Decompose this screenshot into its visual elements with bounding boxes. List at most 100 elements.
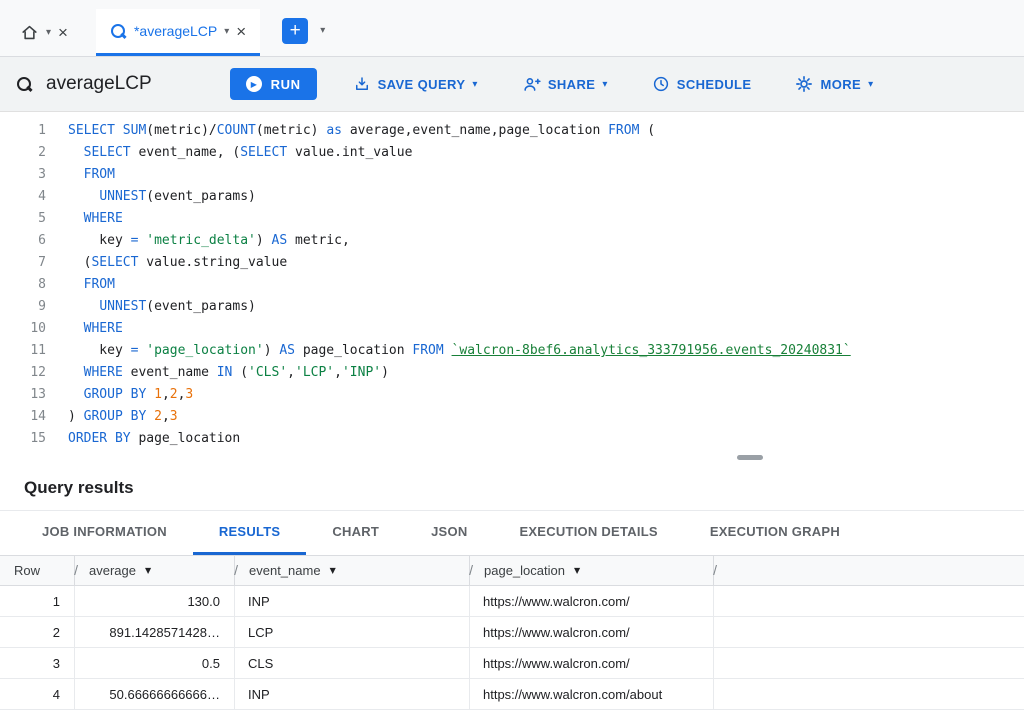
cell: https://www.walcron.com/about <box>470 679 714 709</box>
sort-caret-icon[interactable]: ▼ <box>330 566 336 575</box>
cell: 0.5 <box>75 648 235 678</box>
code-line[interactable]: 8 FROM <box>0 274 1024 296</box>
query-results-header: Query results <box>0 466 1024 511</box>
column-label: page_location <box>484 563 565 578</box>
schedule-button[interactable]: SCHEDULE <box>644 68 760 100</box>
column-header-average[interactable]: average ▼ / <box>75 556 235 585</box>
chevron-down-icon[interactable]: ▾ <box>224 26 229 37</box>
code-line[interactable]: 10 WHERE <box>0 318 1024 340</box>
splitter-handle[interactable] <box>737 455 763 460</box>
table-row: 450.66666666666…INPhttps://www.walcron.c… <box>0 679 1024 710</box>
code-line[interactable]: 5 WHERE <box>0 208 1024 230</box>
line-number: 10 <box>0 318 46 340</box>
results-tab-chart[interactable]: CHART <box>306 511 405 555</box>
column-resize-handle[interactable]: / <box>713 562 717 578</box>
line-number: 14 <box>0 406 46 428</box>
results-tab-execution-details[interactable]: EXECUTION DETAILS <box>493 511 683 555</box>
line-number: 2 <box>0 142 46 164</box>
tab-label: *averageLCP <box>134 23 217 39</box>
line-number: 3 <box>0 164 46 186</box>
cell: 891.1428571428… <box>75 617 235 647</box>
cell: 50.66666666666… <box>75 679 235 709</box>
code-line[interactable]: 15ORDER BY page_location <box>0 428 1024 450</box>
line-number: 11 <box>0 340 46 362</box>
table-body: 1130.0INPhttps://www.walcron.com/2891.14… <box>0 586 1024 710</box>
column-resize-handle[interactable]: / <box>234 562 238 578</box>
line-number: 4 <box>0 186 46 208</box>
gear-icon <box>795 75 813 93</box>
close-icon[interactable]: × <box>58 24 68 41</box>
code-line[interactable]: 14) GROUP BY 2,3 <box>0 406 1024 428</box>
row-filler <box>714 586 1024 616</box>
table-row: 1130.0INPhttps://www.walcron.com/ <box>0 586 1024 617</box>
cell: https://www.walcron.com/ <box>470 648 714 678</box>
schedule-label: SCHEDULE <box>677 77 752 92</box>
chevron-down-icon[interactable]: ▾ <box>472 79 477 90</box>
cell: 1 <box>0 586 75 616</box>
table-header-row: Row/average▼/event_name▼/page_location▼/ <box>0 556 1024 586</box>
run-button[interactable]: ▶ RUN <box>230 68 317 100</box>
column-header-page-location[interactable]: page_location ▼ / <box>470 556 714 585</box>
results-tab-results[interactable]: RESULTS <box>193 511 306 555</box>
code-line[interactable]: 1SELECT SUM(metric)/COUNT(metric) as ave… <box>0 120 1024 142</box>
row-filler <box>714 648 1024 678</box>
code-line[interactable]: 3 FROM <box>0 164 1024 186</box>
column-resize-handle[interactable]: / <box>469 562 473 578</box>
cell: CLS <box>235 648 470 678</box>
cell: 130.0 <box>75 586 235 616</box>
results-tab-job-information[interactable]: JOB INFORMATION <box>16 511 193 555</box>
line-number: 1 <box>0 120 46 142</box>
line-number: 6 <box>0 230 46 252</box>
column-label: average <box>89 563 136 578</box>
new-tab-button[interactable]: + <box>282 18 308 44</box>
line-number: 7 <box>0 252 46 274</box>
sort-caret-icon[interactable]: ▼ <box>145 566 151 575</box>
code-line[interactable]: 9 UNNEST(event_params) <box>0 296 1024 318</box>
chevron-down-icon[interactable]: ▾ <box>320 25 325 36</box>
sort-caret-icon[interactable]: ▼ <box>574 566 580 575</box>
table-row: 2891.1428571428…LCPhttps://www.walcron.c… <box>0 617 1024 648</box>
code-line[interactable]: 4 UNNEST(event_params) <box>0 186 1024 208</box>
close-icon[interactable]: × <box>236 23 246 40</box>
chevron-down-icon[interactable]: ▾ <box>602 79 607 90</box>
query-title: averageLCP <box>46 73 152 95</box>
code-line[interactable]: 12 WHERE event_name IN ('CLS','LCP','INP… <box>0 362 1024 384</box>
run-label: RUN <box>271 77 301 92</box>
code-line[interactable]: 2 SELECT event_name, (SELECT value.int_v… <box>0 142 1024 164</box>
chevron-down-icon[interactable]: ▾ <box>46 27 51 38</box>
cell: LCP <box>235 617 470 647</box>
query-icon <box>16 76 33 93</box>
column-label: Row <box>14 563 40 578</box>
column-resize-handle[interactable]: / <box>74 562 78 578</box>
results-table: Row/average▼/event_name▼/page_location▼/… <box>0 556 1024 710</box>
cell: https://www.walcron.com/ <box>470 586 714 616</box>
line-number: 5 <box>0 208 46 230</box>
column-header-row[interactable]: Row / <box>0 556 75 585</box>
sql-editor[interactable]: 1SELECT SUM(metric)/COUNT(metric) as ave… <box>0 112 1024 450</box>
results-tab-execution-graph[interactable]: EXECUTION GRAPH <box>684 511 866 555</box>
results-tab-json[interactable]: JSON <box>405 511 493 555</box>
column-header-event-name[interactable]: event_name▼/ <box>235 556 470 585</box>
tab-averagelcp[interactable]: *averageLCP ▾ × <box>96 9 260 56</box>
line-number: 12 <box>0 362 46 384</box>
code-line[interactable]: 11 key = 'page_location') AS page_locati… <box>0 340 1024 362</box>
person-add-icon <box>522 75 541 94</box>
line-number: 9 <box>0 296 46 318</box>
save-icon <box>353 75 371 93</box>
code-line[interactable]: 7 (SELECT value.string_value <box>0 252 1024 274</box>
more-button[interactable]: MORE ▾ <box>787 68 881 100</box>
home-tab[interactable]: ▾ × <box>6 9 82 56</box>
cell: INP <box>235 679 470 709</box>
line-number: 13 <box>0 384 46 406</box>
cell: https://www.walcron.com/ <box>470 617 714 647</box>
row-filler <box>714 679 1024 709</box>
code-line[interactable]: 6 key = 'metric_delta') AS metric, <box>0 230 1024 252</box>
play-icon: ▶ <box>246 76 262 92</box>
share-label: SHARE <box>548 77 596 92</box>
chevron-down-icon[interactable]: ▾ <box>868 79 873 90</box>
share-button[interactable]: SHARE ▾ <box>514 68 616 100</box>
editor-tab-bar: ▾ × *averageLCP ▾ × + ▾ <box>0 0 1024 57</box>
save-query-button[interactable]: SAVE QUERY ▾ <box>345 68 486 100</box>
cell: 4 <box>0 679 75 709</box>
code-line[interactable]: 13 GROUP BY 1,2,3 <box>0 384 1024 406</box>
